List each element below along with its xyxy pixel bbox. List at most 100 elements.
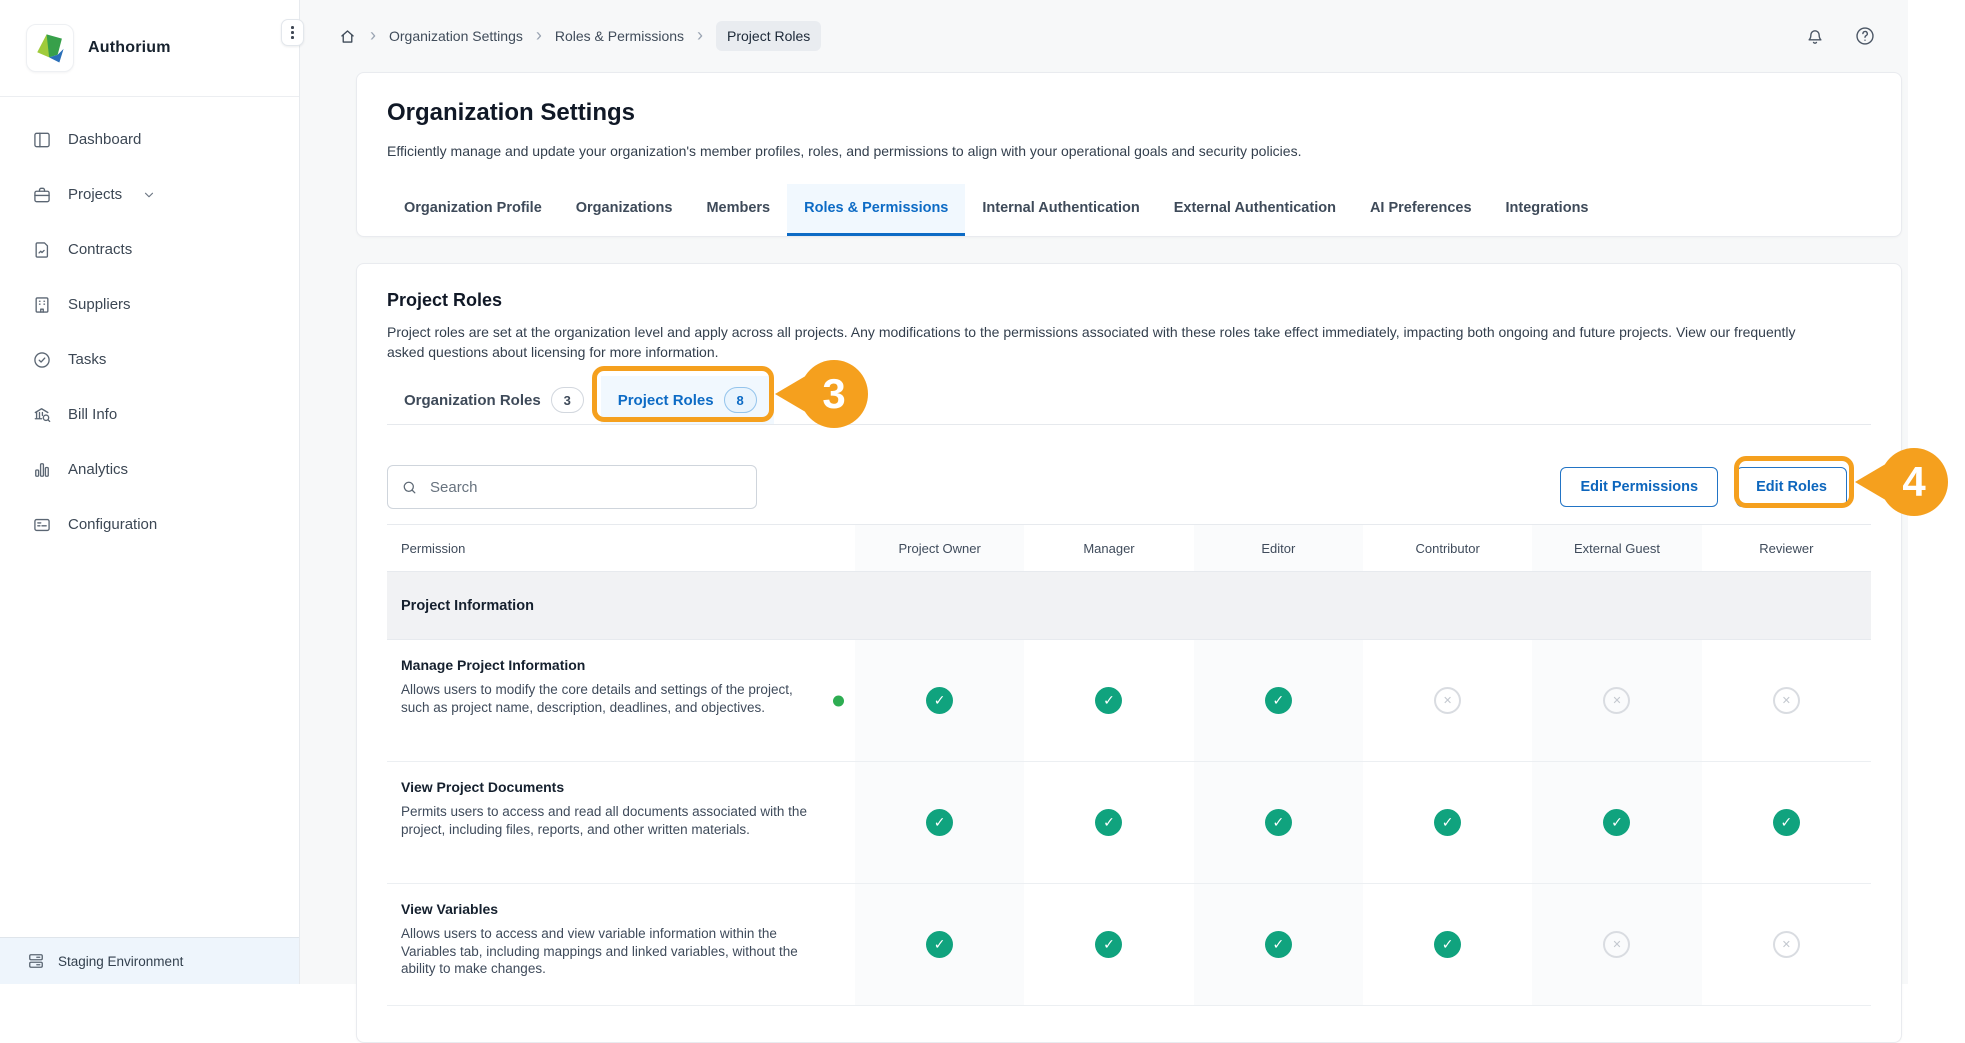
config-card-icon bbox=[32, 515, 52, 535]
tab-roles-permissions[interactable]: Roles & Permissions bbox=[787, 184, 965, 236]
sidebar-item-label: Projects bbox=[68, 186, 122, 203]
status-cell: ✓ bbox=[1532, 762, 1701, 884]
app-name: Authorium bbox=[88, 39, 171, 57]
page-subtitle: Efficiently manage and update your organ… bbox=[387, 143, 1871, 160]
sidebar-item-label: Suppliers bbox=[68, 296, 131, 313]
settings-tabs: Organization Profile Organizations Membe… bbox=[387, 184, 1871, 236]
tab-internal-authentication[interactable]: Internal Authentication bbox=[965, 184, 1156, 236]
page-title: Organization Settings bbox=[387, 99, 1871, 127]
status-cell: ✓ bbox=[1194, 762, 1363, 884]
status-cell: ✓ bbox=[855, 640, 1024, 762]
main-area: › Organization Settings › Roles & Permis… bbox=[300, 0, 1908, 984]
tab-organizations[interactable]: Organizations bbox=[559, 184, 690, 236]
breadcrumb-separator: › bbox=[697, 26, 703, 47]
page-right-gutter bbox=[1908, 0, 1965, 984]
bell-icon[interactable] bbox=[1804, 25, 1826, 47]
breadcrumb: › Organization Settings › Roles & Permis… bbox=[338, 21, 821, 51]
breadcrumb-roles-permissions[interactable]: Roles & Permissions bbox=[555, 28, 684, 44]
permission-granted-icon: ✓ bbox=[1095, 931, 1122, 958]
permission-description: Permits users to access and read all doc… bbox=[401, 803, 815, 838]
server-icon bbox=[26, 951, 46, 971]
status-cell: ✓ bbox=[855, 762, 1024, 884]
sidebar-menu-button[interactable] bbox=[281, 19, 304, 46]
tab-integrations[interactable]: Integrations bbox=[1489, 184, 1606, 236]
sidebar-item-analytics[interactable]: Analytics bbox=[0, 442, 299, 497]
environment-badge[interactable]: Staging Environment bbox=[0, 937, 299, 984]
sidebar-item-dashboard[interactable]: Dashboard bbox=[0, 112, 299, 167]
building-icon bbox=[32, 295, 52, 315]
search-box bbox=[387, 465, 757, 509]
bank-search-icon bbox=[32, 405, 52, 425]
table-controls: Edit Permissions Edit Roles bbox=[387, 465, 1871, 509]
home-icon[interactable] bbox=[338, 27, 357, 46]
status-cell: ✓ bbox=[1363, 762, 1532, 884]
permission-granted-icon: ✓ bbox=[1265, 687, 1292, 714]
sidebar-item-label: Configuration bbox=[68, 516, 157, 533]
sidebar-item-tasks[interactable]: Tasks bbox=[0, 332, 299, 387]
tab-external-authentication[interactable]: External Authentication bbox=[1157, 184, 1353, 236]
app-window: Authorium Dashboard Projects Contracts S… bbox=[0, 0, 1965, 984]
section-title: Project Roles bbox=[387, 290, 1871, 311]
roles-toggle-row: Organization Roles 3 Project Roles 8 bbox=[387, 376, 1871, 425]
breadcrumb-organization-settings[interactable]: Organization Settings bbox=[389, 28, 523, 44]
breadcrumb-current-project-roles: Project Roles bbox=[716, 21, 821, 51]
tab-organization-profile[interactable]: Organization Profile bbox=[387, 184, 559, 236]
permission-denied-icon: ✕ bbox=[1434, 687, 1461, 714]
permission-granted-icon: ✓ bbox=[1095, 809, 1122, 836]
document-icon bbox=[32, 240, 52, 260]
sidebar-item-projects[interactable]: Projects bbox=[0, 167, 299, 222]
status-cell: ✕ bbox=[1532, 884, 1701, 1006]
table-row-permission-manage-project-information: Manage Project Information Allows users … bbox=[387, 640, 855, 762]
dashboard-icon bbox=[32, 130, 52, 150]
help-icon[interactable] bbox=[1854, 25, 1876, 47]
toggle-organization-roles[interactable]: Organization Roles 3 bbox=[387, 376, 601, 424]
permission-description: Allows users to access and view variable… bbox=[401, 925, 815, 978]
tab-members[interactable]: Members bbox=[689, 184, 787, 236]
tab-ai-preferences[interactable]: AI Preferences bbox=[1353, 184, 1489, 236]
sidebar: Authorium Dashboard Projects Contracts S… bbox=[0, 0, 300, 984]
status-cell: ✕ bbox=[1702, 884, 1871, 1006]
authorium-logo-icon bbox=[26, 24, 74, 72]
bar-chart-icon bbox=[32, 460, 52, 480]
permission-denied-icon: ✕ bbox=[1603, 687, 1630, 714]
action-buttons: Edit Permissions Edit Roles bbox=[1560, 467, 1847, 507]
toggle-label: Project Roles bbox=[618, 392, 714, 409]
sidebar-item-bill-info[interactable]: Bill Info bbox=[0, 387, 299, 442]
environment-label: Staging Environment bbox=[58, 954, 183, 969]
sidebar-item-configuration[interactable]: Configuration bbox=[0, 497, 299, 552]
permission-granted-icon: ✓ bbox=[926, 931, 953, 958]
sidebar-item-suppliers[interactable]: Suppliers bbox=[0, 277, 299, 332]
sidebar-item-label: Tasks bbox=[68, 351, 106, 368]
count-badge: 3 bbox=[551, 387, 584, 413]
sidebar-nav: Dashboard Projects Contracts Suppliers T… bbox=[0, 97, 299, 552]
column-header-contributor: Contributor bbox=[1363, 524, 1532, 572]
status-cell: ✕ bbox=[1532, 640, 1701, 762]
permission-granted-icon: ✓ bbox=[1434, 809, 1461, 836]
count-badge: 8 bbox=[724, 387, 757, 413]
breadcrumb-separator: › bbox=[536, 26, 542, 47]
search-input[interactable] bbox=[428, 478, 743, 497]
column-header-project-owner: Project Owner bbox=[855, 524, 1024, 572]
table-row-permission-view-project-documents: View Project Documents Permits users to … bbox=[387, 762, 855, 884]
status-cell: ✓ bbox=[1194, 640, 1363, 762]
edit-permissions-button[interactable]: Edit Permissions bbox=[1560, 467, 1718, 507]
status-cell: ✓ bbox=[855, 884, 1024, 1006]
status-cell: ✓ bbox=[1024, 762, 1193, 884]
status-cell: ✓ bbox=[1024, 884, 1193, 1006]
permission-granted-icon: ✓ bbox=[926, 687, 953, 714]
column-header-editor: Editor bbox=[1194, 524, 1363, 572]
column-header-permission: Permission bbox=[387, 524, 855, 572]
permission-granted-icon: ✓ bbox=[1603, 809, 1630, 836]
status-cell: ✓ bbox=[1702, 762, 1871, 884]
permissions-table: Permission Project Owner Manager Editor … bbox=[387, 524, 1871, 1006]
sidebar-item-label: Analytics bbox=[68, 461, 128, 478]
sidebar-item-contracts[interactable]: Contracts bbox=[0, 222, 299, 277]
toggle-project-roles[interactable]: Project Roles 8 bbox=[601, 376, 774, 424]
edit-roles-button[interactable]: Edit Roles bbox=[1736, 467, 1847, 507]
permission-granted-icon: ✓ bbox=[1095, 687, 1122, 714]
permission-granted-icon: ✓ bbox=[1265, 931, 1292, 958]
section-description: Project roles are set at the organizatio… bbox=[387, 323, 1832, 362]
active-indicator-dot bbox=[833, 695, 844, 706]
organization-settings-card: Organization Settings Efficiently manage… bbox=[356, 72, 1902, 237]
permission-title: Manage Project Information bbox=[401, 657, 815, 674]
